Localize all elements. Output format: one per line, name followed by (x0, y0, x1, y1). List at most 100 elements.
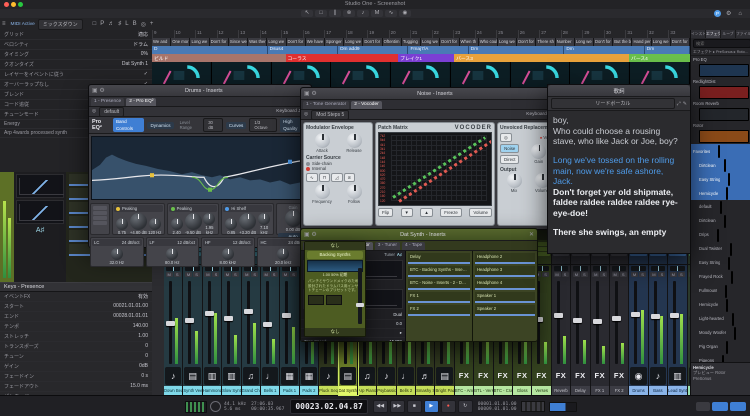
mute-button[interactable]: M (670, 272, 677, 277)
arrange-tool-icon[interactable]: ♯ (118, 21, 121, 28)
vocoder-titlebar[interactable]: ▣ ⚙ Noise - Inserts ✕ (301, 88, 561, 100)
tool-button[interactable]: ∥ (329, 10, 341, 17)
inspector-value[interactable]: 有効 (138, 293, 148, 300)
cue-out-slot[interactable]: Headphone 2 (475, 253, 535, 264)
lyric-clip[interactable]: Don't for (517, 38, 536, 46)
arrange-tool-icon[interactable]: ♬ (108, 21, 114, 28)
slope-dropdown[interactable]: 24 dB/oct (122, 239, 140, 246)
channel-fader[interactable] (243, 281, 259, 364)
fader-handle[interactable] (166, 321, 175, 326)
attack-knob[interactable] (315, 133, 330, 148)
browser-tab[interactable]: ループ (721, 30, 736, 38)
insert-tab[interactable]: 4 - Tape (402, 242, 425, 250)
matrix-button[interactable]: ▼ (401, 208, 413, 217)
channel-fader[interactable] (611, 281, 627, 364)
video-thumbnail[interactable] (391, 62, 451, 88)
inspector-value[interactable]: 0 (145, 353, 148, 360)
inspector-row[interactable]: テンポ 140.00 (0, 322, 152, 332)
channel-name-label[interactable]: Gloss (513, 386, 531, 395)
inspector-value[interactable]: Dat Synth 1 (122, 61, 148, 68)
pan-control[interactable] (612, 266, 626, 271)
channel-name-label[interactable]: Pads 1 (280, 386, 298, 395)
inspector-row[interactable]: エンド 00028.01.01.01 (0, 312, 152, 322)
channel-fader[interactable] (184, 281, 200, 364)
pan-control[interactable] (593, 266, 607, 271)
cue-out-slot[interactable]: Speaker 2 (475, 305, 535, 316)
browser-item[interactable]: Dirtclean (691, 158, 750, 172)
tool-button[interactable]: ◉ (399, 10, 411, 17)
channel-name-label[interactable]: Pluck Seq (319, 386, 337, 395)
gain-knob[interactable] (130, 213, 147, 230)
browser-item[interactable]: default (691, 200, 750, 214)
browser-item[interactable]: Dual Twister (691, 242, 750, 256)
channel-fader[interactable] (669, 281, 685, 364)
band-mode-dropdown[interactable]: Peaking (122, 205, 137, 212)
lyric-line[interactable]: There she swings, an empty (553, 227, 685, 238)
inspector-row[interactable]: フェードイン 0 s (0, 372, 152, 382)
menu-icon[interactable]: ≡ (2, 21, 6, 27)
channel-name-label[interactable]: Slow Synth (222, 386, 240, 395)
inspector-row[interactable]: チューン 0 (0, 352, 152, 362)
lyric-line[interactable]: Who could choose a rousing stave, who li… (553, 126, 685, 147)
lyric-clip[interactable]: Since we (229, 38, 248, 46)
mixer-channel-strip[interactable]: M S FX Delay (571, 240, 590, 395)
inspector-value[interactable]: 0 s (141, 373, 148, 380)
lyric-line[interactable]: boy, (553, 115, 685, 126)
browser-tab[interactable]: エフェクト (706, 30, 721, 38)
insert-tab[interactable]: 2 - Pro EQ² (126, 98, 156, 106)
cpu-ring[interactable] (210, 401, 221, 412)
freq-knob[interactable] (277, 248, 289, 260)
send-slot[interactable]: FX 1 (408, 292, 470, 303)
noise-button[interactable]: Noise (500, 144, 519, 153)
solo-button[interactable]: S (193, 272, 200, 277)
inspector-row[interactable]: ゲイン 0dB (0, 362, 152, 372)
channel-name-label[interactable]: Lead Synths (668, 386, 686, 395)
tool-button[interactable]: ↖ (301, 10, 313, 17)
solo-button[interactable]: S (271, 272, 278, 277)
mute-button[interactable]: M (282, 272, 289, 277)
channel-fader[interactable] (553, 281, 569, 364)
preset-dropdown[interactable]: default (99, 107, 124, 117)
user-avatar[interactable]: P (714, 10, 721, 17)
browser-tab[interactable]: ファイル (736, 30, 750, 38)
channel-name-label[interactable]: Hammond Lead (203, 386, 221, 395)
fader-handle[interactable] (573, 318, 582, 323)
lyric-clip[interactable]: One mor (171, 38, 190, 46)
channel-fader[interactable] (650, 281, 666, 364)
channel-name-label[interactable]: FX 2 (610, 386, 628, 395)
solo-button[interactable]: S (639, 272, 646, 277)
solo-button[interactable]: S (290, 272, 297, 277)
lyric-clip[interactable]: Don't for (671, 38, 690, 46)
performance-meter[interactable] (185, 401, 207, 413)
frequency-knob[interactable] (315, 184, 330, 199)
channel-name-label[interactable]: Drums (629, 386, 647, 395)
loop-start-time[interactable]: 00001.01.01.00 (478, 402, 517, 407)
level-range-dropdown[interactable]: 30 dB (203, 118, 223, 132)
chain-name[interactable]: Backing Synths (307, 251, 363, 259)
browser-item[interactable]: Easy String (691, 256, 750, 270)
gear-icon[interactable]: ⚙ (726, 10, 731, 17)
arranger-section[interactable]: ビルド (152, 54, 286, 62)
matrix-button[interactable]: Freeze (440, 208, 462, 217)
lyric-clip[interactable]: Long we (267, 38, 286, 46)
lyric-clip[interactable]: Long we (498, 38, 517, 46)
preview-thumb[interactable] (326, 295, 342, 305)
arranger-section[interactable]: コーラス (286, 54, 399, 62)
direct-button[interactable]: Direct (500, 155, 519, 164)
insert-tab[interactable]: 1 - Tone Generator (303, 101, 349, 109)
browser-item[interactable]: Light-hearted (691, 312, 750, 326)
browser-item[interactable]: Dirtclean (691, 214, 750, 228)
fader-handle[interactable] (244, 309, 253, 314)
lyric-clip[interactable]: Long we (652, 38, 671, 46)
arrange-tool-icon[interactable]: ◎ (141, 21, 146, 28)
band-mode-dropdown[interactable]: Peaking (177, 205, 192, 212)
preview-thumb[interactable] (308, 295, 324, 305)
lyric-line[interactable] (553, 219, 685, 227)
arrange-tool-icon[interactable]: P (100, 21, 104, 28)
channel-name-label[interactable]: Bass (649, 386, 667, 395)
channel-name-label[interactable]: Arp Piano (358, 386, 376, 395)
solo-button[interactable]: S (542, 272, 549, 277)
gain-knob[interactable] (239, 213, 256, 230)
lyric-clip[interactable]: Oftentim (383, 38, 402, 46)
curves-button[interactable]: Curves (226, 122, 247, 129)
